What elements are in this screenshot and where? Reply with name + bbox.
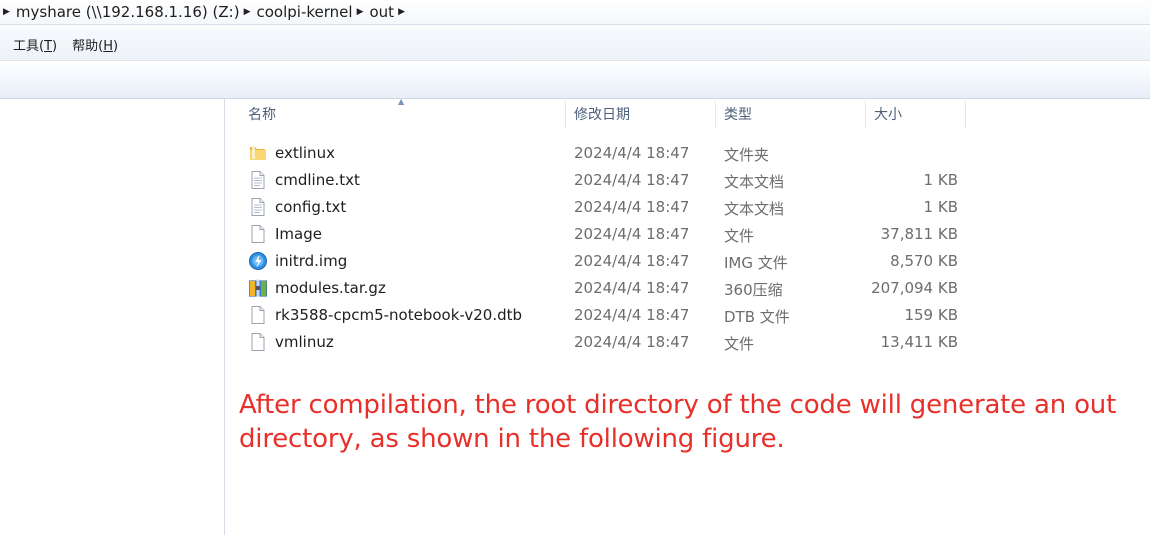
column-header-date-label: 修改日期 xyxy=(574,107,630,123)
blank-file-icon xyxy=(251,333,265,351)
file-name: vmlinuz xyxy=(275,333,334,351)
file-row[interactable]: modules.tar.gz 2024/4/4 18:47 360压缩 207,… xyxy=(226,275,1150,302)
column-header-type-label: 类型 xyxy=(724,107,752,123)
menu-tools-label: 工具( xyxy=(13,38,45,54)
file-type: 360压缩 xyxy=(724,281,783,299)
file-type: 文件夹 xyxy=(724,146,770,164)
column-header-name-label: 名称 xyxy=(248,107,276,123)
disc-image-icon xyxy=(249,252,267,270)
menu-tools-accel: T xyxy=(44,38,53,54)
menu-help-accel: H xyxy=(103,38,113,54)
file-date: 2024/4/4 18:47 xyxy=(574,306,690,324)
file-size: 1 KB xyxy=(923,171,958,189)
file-date: 2024/4/4 18:47 xyxy=(574,333,690,351)
file-size: 207,094 KB xyxy=(871,279,958,297)
file-date: 2024/4/4 18:47 xyxy=(574,144,690,162)
annotation-text: After compilation, the root directory of… xyxy=(239,390,1117,454)
breadcrumb-separator-icon[interactable]: ▶ xyxy=(398,7,405,17)
menu-help[interactable]: 帮助(H) xyxy=(65,36,125,58)
file-type: 文件 xyxy=(724,335,755,353)
breadcrumb-item-coolpi-kernel[interactable]: coolpi-kernel xyxy=(257,0,353,24)
file-row[interactable]: rk3588-cpcm5-notebook-v20.dtb 2024/4/4 1… xyxy=(226,302,1150,329)
file-name: rk3588-cpcm5-notebook-v20.dtb xyxy=(275,306,523,324)
file-size: 1 KB xyxy=(923,198,958,216)
file-list: extlinux 2024/4/4 18:47 文件夹 cmdline.txt … xyxy=(226,140,1150,356)
breadcrumb-item-share[interactable]: myshare (\\192.168.1.16) (Z:) xyxy=(16,0,240,24)
file-row[interactable]: extlinux 2024/4/4 18:47 文件夹 xyxy=(226,140,1150,167)
column-header-name[interactable]: 名称 xyxy=(226,99,566,129)
command-toolbar xyxy=(0,62,1150,99)
file-row[interactable]: config.txt 2024/4/4 18:47 文本文档 1 KB xyxy=(226,194,1150,221)
column-header-type[interactable]: 类型 xyxy=(716,99,866,129)
menu-help-suffix: ) xyxy=(112,38,119,54)
file-type: IMG 文件 xyxy=(724,254,788,272)
file-date: 2024/4/4 18:47 xyxy=(574,279,690,297)
column-header-size[interactable]: 大小 xyxy=(866,99,966,129)
file-row[interactable]: vmlinuz 2024/4/4 18:47 文件 13,411 KB xyxy=(226,329,1150,356)
file-date: 2024/4/4 18:47 xyxy=(574,198,690,216)
column-header-date[interactable]: 修改日期 xyxy=(566,99,716,129)
address-bar-bottom-strip xyxy=(0,25,1150,33)
breadcrumb-item-out[interactable]: out xyxy=(369,0,394,24)
menu-help-label: 帮助( xyxy=(72,38,104,54)
file-row[interactable]: initrd.img 2024/4/4 18:47 IMG 文件 8,570 K… xyxy=(226,248,1150,275)
file-size: 8,570 KB xyxy=(890,252,958,270)
text-file-icon xyxy=(251,198,265,216)
menu-tools[interactable]: 工具(T) xyxy=(6,36,64,58)
file-name: cmdline.txt xyxy=(275,171,360,189)
file-name: config.txt xyxy=(275,198,347,216)
menu-tools-suffix: ) xyxy=(52,38,58,54)
blank-file-icon xyxy=(251,306,265,324)
archive-icon xyxy=(249,279,267,297)
breadcrumb-separator-icon[interactable]: ▶ xyxy=(244,7,251,17)
file-type: DTB 文件 xyxy=(724,308,790,326)
file-size: 13,411 KB xyxy=(880,333,958,351)
file-size: 159 KB xyxy=(904,306,958,324)
file-date: 2024/4/4 18:47 xyxy=(574,171,690,189)
file-date: 2024/4/4 18:47 xyxy=(574,225,690,243)
file-type: 文件 xyxy=(724,227,755,245)
file-row[interactable]: Image 2024/4/4 18:47 文件 37,811 KB xyxy=(226,221,1150,248)
menu-bar: 工具(T) 帮助(H) xyxy=(0,33,1150,61)
file-name: Image xyxy=(275,225,322,243)
file-name: initrd.img xyxy=(275,252,348,270)
file-date: 2024/4/4 18:47 xyxy=(574,252,690,270)
file-name: extlinux xyxy=(275,144,335,162)
column-header-size-label: 大小 xyxy=(874,107,902,123)
text-file-icon xyxy=(251,171,265,189)
breadcrumb-root-arrow-icon[interactable]: ▶ xyxy=(3,7,10,17)
file-size: 37,811 KB xyxy=(880,225,958,243)
sort-ascending-icon: ▲ xyxy=(398,97,405,106)
file-name: modules.tar.gz xyxy=(275,279,386,297)
navigation-pane[interactable] xyxy=(0,99,225,535)
file-row[interactable]: cmdline.txt 2024/4/4 18:47 文本文档 1 KB xyxy=(226,167,1150,194)
column-divider[interactable] xyxy=(965,101,966,129)
file-type: 文本文档 xyxy=(724,173,785,191)
breadcrumb-separator-icon[interactable]: ▶ xyxy=(357,7,364,17)
blank-file-icon xyxy=(251,225,265,243)
file-type: 文本文档 xyxy=(724,200,785,218)
address-bar[interactable]: ▶ myshare (\\192.168.1.16) (Z:) ▶ coolpi… xyxy=(0,0,1150,25)
folder-icon xyxy=(250,146,266,160)
